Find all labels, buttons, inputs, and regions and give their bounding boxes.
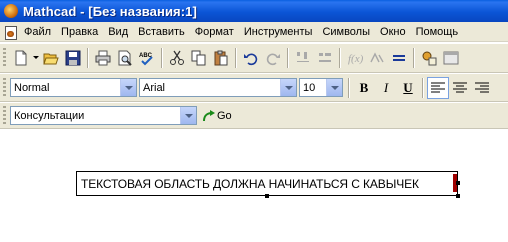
resize-handle-corner[interactable]	[456, 194, 460, 198]
align-left-icon	[431, 82, 445, 92]
spell-check-icon[interactable]: ABC	[136, 47, 158, 69]
underline-button[interactable]: U	[397, 77, 419, 99]
align-center-button[interactable]	[449, 77, 471, 99]
document-icon[interactable]	[3, 25, 17, 40]
menu-edit[interactable]: Правка	[56, 22, 103, 42]
component-icon[interactable]	[440, 47, 462, 69]
new-dropdown-arrow[interactable]	[32, 47, 40, 69]
resize-handle-right[interactable]	[456, 181, 460, 185]
print-icon[interactable]	[92, 47, 114, 69]
toolbar-separator	[287, 48, 289, 68]
copy-icon[interactable]	[188, 47, 210, 69]
window-title: Mathcad - [Без названия:1]	[23, 3, 197, 19]
align-left-button[interactable]	[427, 76, 449, 99]
resources-toolbar: Консультации Go	[0, 102, 508, 129]
resource-select[interactable]: Консультации	[10, 106, 197, 125]
toolbar-grip[interactable]	[3, 77, 6, 98]
insert-function-icon[interactable]: f(x)	[344, 47, 366, 69]
font-size-select[interactable]: 10	[299, 78, 343, 97]
toolbar-separator	[235, 48, 237, 68]
paste-icon[interactable]	[210, 47, 232, 69]
menu-tools[interactable]: Инструменты	[239, 22, 318, 42]
resource-icon[interactable]	[418, 47, 440, 69]
toolbar-grip[interactable]	[3, 105, 6, 126]
undo-icon[interactable]	[240, 47, 262, 69]
formatting-toolbar: Normal Arial 10 B I U	[0, 73, 508, 102]
redo-icon[interactable]	[262, 47, 284, 69]
align-down-icon[interactable]	[314, 47, 336, 69]
toolbar-separator	[339, 48, 341, 68]
text-region[interactable]: ТЕКСТОВАЯ ОБЛАСТЬ ДОЛЖНА НАЧИНАТЬСЯ С КА…	[76, 171, 458, 196]
menu-view[interactable]: Вид	[103, 22, 133, 42]
style-select[interactable]: Normal	[10, 78, 137, 97]
title-bar: Mathcad - [Без названия:1]	[0, 0, 508, 22]
resource-dropdown-arrow[interactable]	[180, 107, 196, 124]
font-size-dropdown-arrow[interactable]	[326, 79, 342, 96]
resource-value: Консультации	[14, 109, 85, 122]
open-icon[interactable]	[40, 47, 62, 69]
align-icon[interactable]	[292, 47, 314, 69]
new-icon[interactable]	[10, 47, 32, 69]
style-dropdown-arrow[interactable]	[120, 79, 136, 96]
menu-file[interactable]: Файл	[19, 22, 56, 42]
font-value: Arial	[143, 81, 166, 94]
style-value: Normal	[14, 81, 50, 94]
go-label: Go	[217, 109, 232, 122]
insert-unit-icon[interactable]	[366, 47, 388, 69]
align-right-button[interactable]	[471, 77, 493, 99]
menu-help[interactable]: Помощь	[411, 22, 464, 42]
resize-handle-bottom[interactable]	[265, 194, 269, 198]
menu-format[interactable]: Формат	[190, 22, 239, 42]
standard-toolbar: ABC f(x)	[0, 43, 508, 73]
menu-window[interactable]: Окно	[375, 22, 411, 42]
font-select[interactable]: Arial	[139, 78, 297, 97]
toolbar-separator	[87, 48, 89, 68]
save-icon[interactable]	[62, 47, 84, 69]
go-arrow-icon	[203, 109, 215, 121]
font-size-value: 10	[303, 81, 316, 94]
mathcad-app-icon[interactable]	[4, 4, 18, 18]
menu-bar: Файл Правка Вид Вставить Формат Инструме…	[0, 22, 508, 42]
toolbar-separator	[422, 77, 424, 98]
worksheet-area[interactable]: ТЕКСТОВАЯ ОБЛАСТЬ ДОЛЖНА НАЧИНАТЬСЯ С КА…	[0, 129, 508, 242]
toolbar-grip[interactable]	[3, 48, 6, 68]
align-center-icon	[453, 82, 467, 92]
print-preview-icon[interactable]	[114, 47, 136, 69]
equals-icon[interactable]	[388, 47, 410, 69]
toolbar-separator	[161, 48, 163, 68]
align-right-icon	[475, 82, 489, 92]
go-button[interactable]: Go	[202, 109, 232, 123]
bold-button[interactable]: B	[353, 77, 375, 99]
toolbar-separator	[348, 77, 350, 98]
font-dropdown-arrow[interactable]	[280, 79, 296, 96]
text-region-content: ТЕКСТОВАЯ ОБЛАСТЬ ДОЛЖНА НАЧИНАТЬСЯ С КА…	[81, 176, 419, 191]
italic-button[interactable]: I	[375, 77, 397, 99]
menu-insert[interactable]: Вставить	[133, 22, 190, 42]
svg-text:f(x): f(x)	[348, 53, 363, 65]
cut-icon[interactable]	[166, 47, 188, 69]
menu-symbolics[interactable]: Символы	[317, 22, 375, 42]
toolbar-separator	[413, 48, 415, 68]
